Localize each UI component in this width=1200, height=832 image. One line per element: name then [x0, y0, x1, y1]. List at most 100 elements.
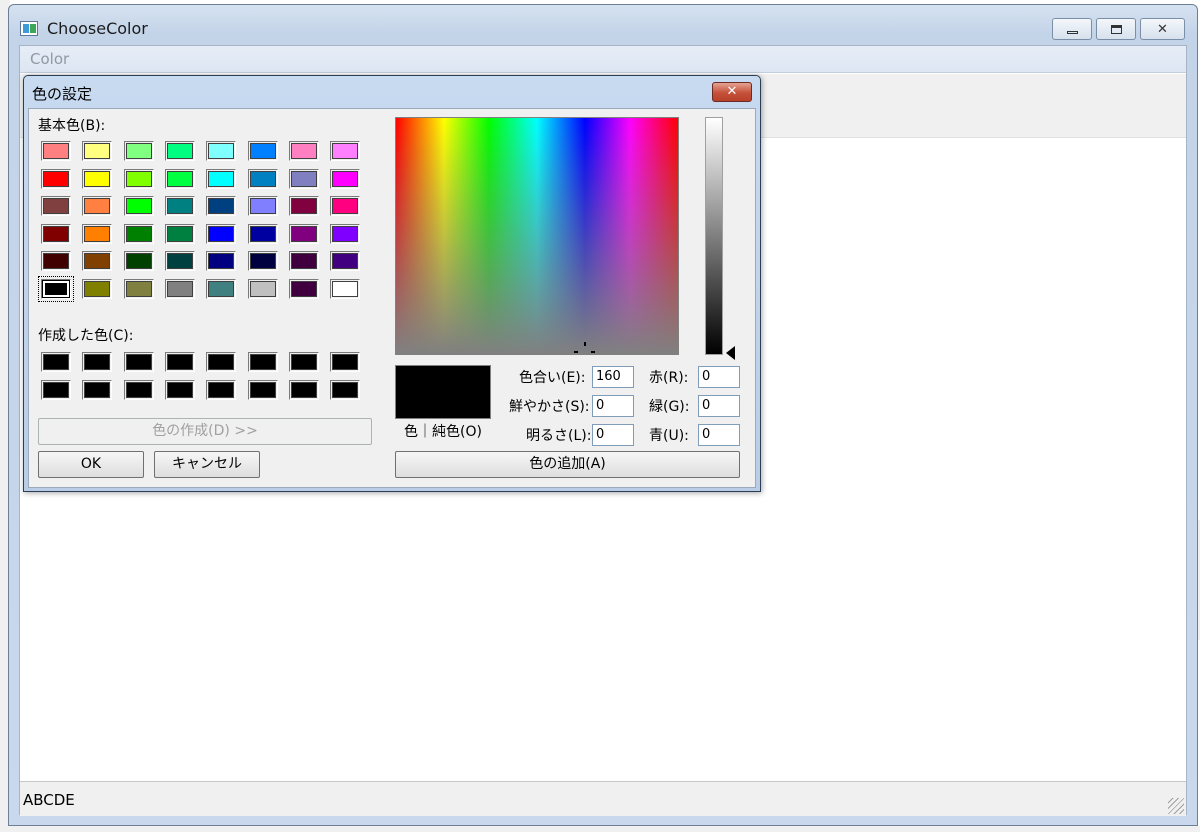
basic-color-swatch-fill: [332, 198, 359, 215]
basic-color-swatch-fill: [208, 143, 235, 159]
basic-color-swatch-19[interactable]: [123, 196, 154, 217]
luminosity-bar[interactable]: [705, 117, 723, 355]
basic-color-swatch-45[interactable]: [206, 279, 237, 299]
basic-color-swatch-fill: [43, 198, 69, 215]
minimize-button[interactable]: [1052, 18, 1092, 40]
basic-color-swatch-5[interactable]: [206, 141, 237, 161]
custom-color-swatch-1[interactable]: [41, 352, 71, 372]
custom-color-swatch-8[interactable]: [330, 352, 361, 372]
basic-color-swatch-13[interactable]: [206, 168, 237, 189]
green-field[interactable]: 0: [698, 395, 740, 417]
color-spectrum[interactable]: [395, 117, 679, 355]
basic-color-swatch-fill: [166, 225, 193, 242]
basic-color-swatch-8[interactable]: [330, 141, 361, 161]
basic-color-swatch-46[interactable]: [247, 279, 278, 299]
custom-color-swatch-fill: [166, 381, 193, 398]
custom-color-swatch-2[interactable]: [82, 352, 113, 372]
basic-color-swatch-32[interactable]: [330, 223, 361, 244]
custom-color-swatch-fill: [208, 381, 235, 398]
basic-color-swatch-37[interactable]: [206, 251, 237, 272]
saturation-label: 鮮やかさ(S):: [509, 399, 590, 415]
saturation-field[interactable]: 0: [592, 395, 634, 417]
basic-color-swatch-1[interactable]: [41, 141, 71, 161]
basic-color-swatch-fill: [125, 225, 152, 242]
basic-color-swatch-34[interactable]: [82, 251, 113, 272]
basic-color-swatch-17[interactable]: [41, 196, 71, 217]
basic-color-swatch-41[interactable]: [38, 276, 74, 302]
green-label: 緑(G):: [649, 399, 690, 415]
close-button[interactable]: ✕: [1140, 18, 1185, 40]
basic-color-swatch-14[interactable]: [247, 168, 278, 189]
custom-color-swatch-fill: [84, 381, 111, 398]
basic-color-swatch-20[interactable]: [164, 196, 195, 217]
basic-color-swatch-35[interactable]: [123, 251, 154, 272]
basic-color-swatch-29[interactable]: [206, 223, 237, 244]
basic-color-swatch-44[interactable]: [164, 279, 195, 299]
basic-color-swatch-11[interactable]: [123, 168, 154, 189]
basic-color-swatch-39[interactable]: [288, 251, 319, 272]
basic-color-swatch-7[interactable]: [288, 141, 319, 161]
basic-color-swatch-31[interactable]: [288, 223, 319, 244]
basic-color-swatch-15[interactable]: [288, 168, 319, 189]
menu-color[interactable]: Color: [30, 50, 69, 68]
custom-color-swatch-6[interactable]: [247, 352, 278, 372]
cancel-button[interactable]: キャンセル: [154, 451, 260, 478]
app-icon: [20, 21, 38, 36]
custom-color-swatch-10[interactable]: [82, 379, 113, 400]
custom-color-swatch-13[interactable]: [206, 379, 237, 400]
luminosity-field[interactable]: 0: [592, 424, 634, 446]
hue-field[interactable]: 160: [592, 366, 634, 388]
basic-color-swatch-12[interactable]: [164, 168, 195, 189]
custom-color-swatch-4[interactable]: [164, 352, 195, 372]
resize-grip-icon[interactable]: [1168, 798, 1184, 814]
custom-color-swatch-7[interactable]: [288, 352, 319, 372]
custom-color-swatch-14[interactable]: [247, 379, 278, 400]
basic-color-swatch-47[interactable]: [288, 279, 319, 299]
basic-color-swatch-23[interactable]: [288, 196, 319, 217]
basic-color-swatch-fill: [208, 253, 235, 270]
red-field[interactable]: 0: [698, 366, 740, 388]
ok-button[interactable]: OK: [38, 451, 144, 478]
basic-color-swatch-3[interactable]: [123, 141, 154, 161]
dialog-close-button[interactable]: ✕: [712, 82, 752, 102]
blue-field[interactable]: 0: [698, 424, 740, 446]
luminosity-arrow-icon[interactable]: [726, 346, 735, 360]
basic-color-swatch-40[interactable]: [330, 251, 361, 272]
basic-color-swatch-48[interactable]: [330, 279, 361, 299]
title-bar[interactable]: ChooseColor ✕: [9, 5, 1197, 45]
basic-color-swatch-fill: [166, 198, 193, 215]
custom-color-swatch-11[interactable]: [123, 379, 154, 400]
basic-color-swatch-9[interactable]: [41, 168, 71, 189]
basic-color-swatch-26[interactable]: [82, 223, 113, 244]
basic-color-swatch-38[interactable]: [247, 251, 278, 272]
basic-color-swatch-16[interactable]: [330, 168, 361, 189]
define-custom-colors-button[interactable]: 色の作成(D) >>: [38, 418, 372, 445]
custom-color-swatch-16[interactable]: [330, 379, 361, 400]
custom-colors-label: 作成した色(C):: [38, 328, 134, 344]
custom-color-swatch-12[interactable]: [164, 379, 195, 400]
maximize-button[interactable]: [1096, 18, 1136, 40]
basic-color-swatch-30[interactable]: [247, 223, 278, 244]
basic-color-swatch-24[interactable]: [330, 196, 361, 217]
basic-color-swatch-27[interactable]: [123, 223, 154, 244]
basic-color-swatch-6[interactable]: [247, 141, 278, 161]
basic-color-swatch-25[interactable]: [41, 223, 71, 244]
basic-color-swatch-4[interactable]: [164, 141, 195, 161]
custom-color-swatch-15[interactable]: [288, 379, 319, 400]
basic-color-swatch-fill: [166, 143, 193, 159]
basic-color-swatch-21[interactable]: [206, 196, 237, 217]
basic-color-swatch-18[interactable]: [82, 196, 113, 217]
custom-color-swatch-5[interactable]: [206, 352, 237, 372]
basic-color-swatch-43[interactable]: [123, 279, 154, 299]
basic-color-swatch-33[interactable]: [41, 251, 71, 272]
basic-color-swatch-28[interactable]: [164, 223, 195, 244]
custom-color-swatch-3[interactable]: [123, 352, 154, 372]
add-to-custom-colors-button[interactable]: 色の追加(A): [395, 451, 740, 478]
custom-color-swatch-9[interactable]: [41, 379, 71, 400]
basic-color-swatch-2[interactable]: [82, 141, 113, 161]
color-preview: [395, 365, 491, 419]
basic-color-swatch-10[interactable]: [82, 168, 113, 189]
basic-color-swatch-42[interactable]: [82, 279, 113, 299]
basic-color-swatch-36[interactable]: [164, 251, 195, 272]
basic-color-swatch-22[interactable]: [247, 196, 278, 217]
